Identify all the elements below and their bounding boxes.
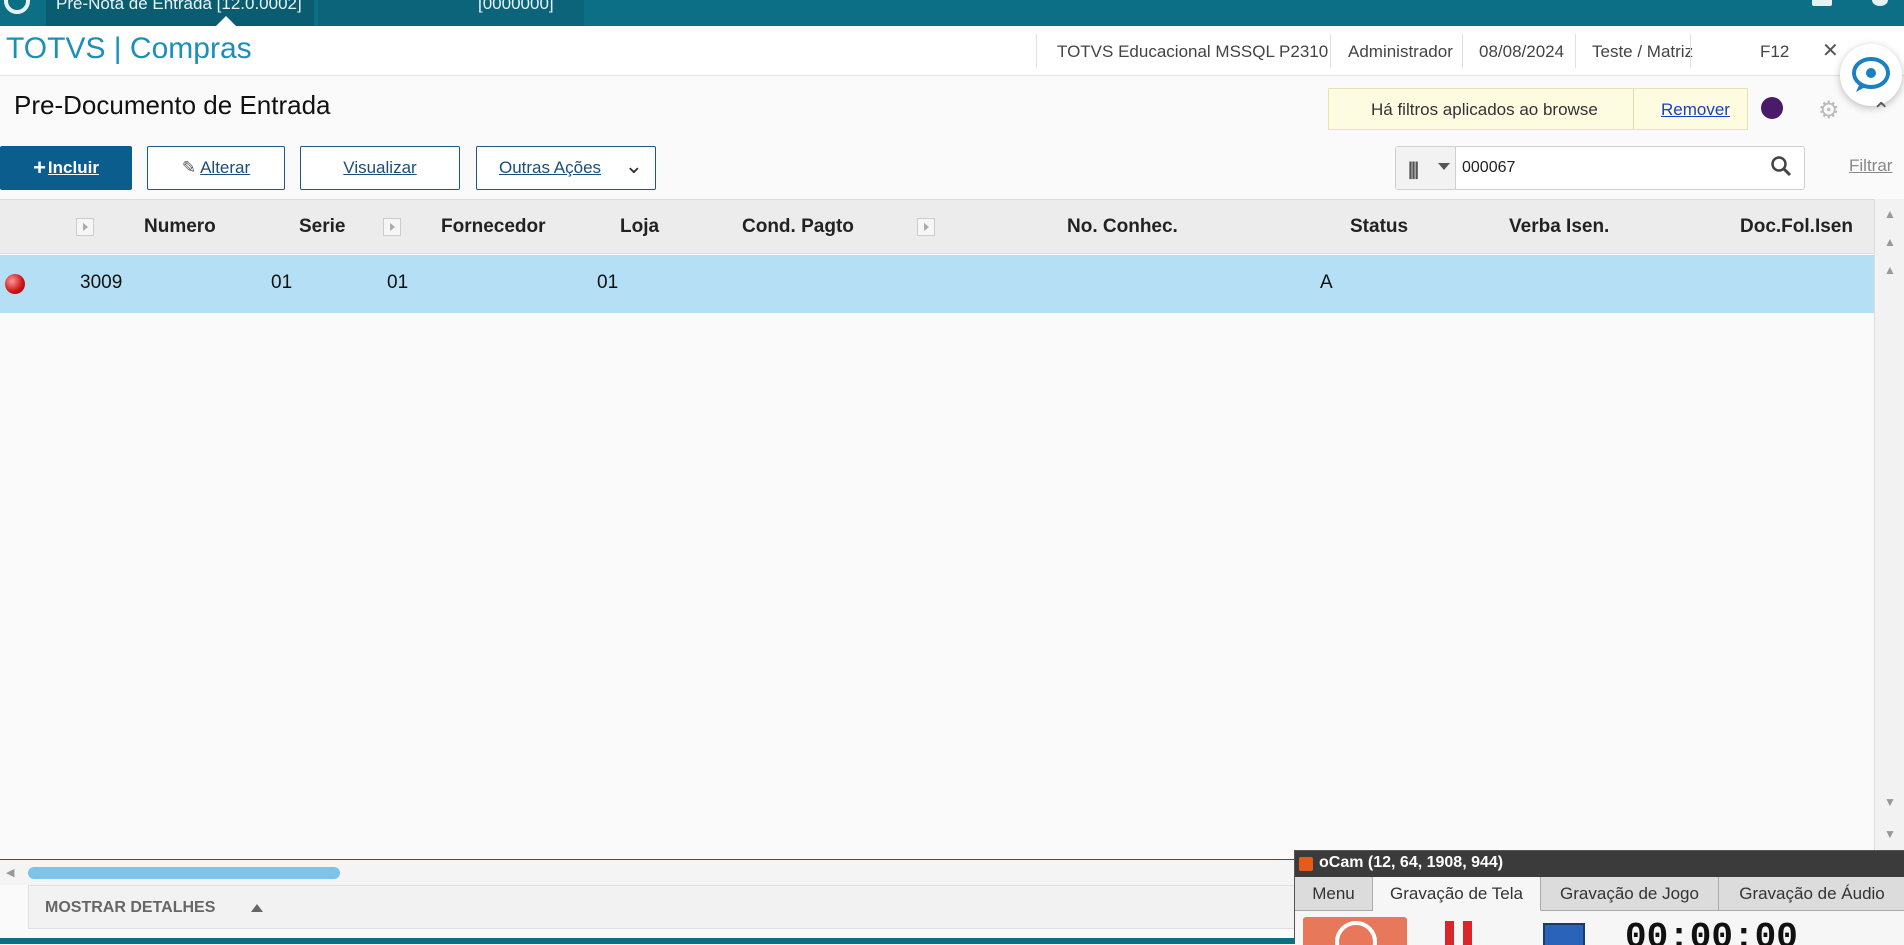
user-badge-icon[interactable] (1761, 97, 1783, 119)
scroll-top-icon[interactable]: ▲ (1884, 207, 1896, 221)
outras-acoes-button[interactable]: Outras Ações ⌄ (476, 146, 656, 190)
home-icon[interactable] (4, 0, 30, 14)
column-header-loja[interactable]: Loja (620, 216, 659, 238)
column-header-status[interactable]: Status (1350, 216, 1408, 238)
environment-label: TOTVS Educacional MSSQL P2310 (1057, 42, 1329, 61)
record-button[interactable] (1303, 917, 1407, 945)
scroll-down-icon[interactable]: ▼ (1884, 795, 1896, 809)
search-box: ||| (1395, 146, 1805, 190)
outras-acoes-label: Outras Ações (499, 158, 602, 177)
alterar-button[interactable]: ✎ Alterar (147, 146, 285, 190)
scroll-up-icon[interactable]: ▲ (1884, 263, 1896, 277)
chat-icon[interactable] (1840, 44, 1902, 106)
filtrar-link[interactable]: Filtrar (1849, 156, 1892, 176)
alterar-label: Alterar (200, 158, 251, 177)
divider (1690, 34, 1691, 68)
filter-banner: Há filtros aplicados ao browse Remover (1328, 88, 1748, 130)
column-selector-icon[interactable]: ||| (1396, 147, 1456, 189)
tab-label: Pre-Nota de Entrada [12.0.0002] (56, 0, 302, 13)
scroll-thumb[interactable] (28, 867, 340, 879)
top-tab-bar: Pre-Nota de Entrada [12.0.0002] [0000000… (0, 0, 1904, 26)
divider (1633, 89, 1634, 129)
tab-pre-nota[interactable]: Pre-Nota de Entrada [12.0.0002] (46, 0, 314, 26)
search-input[interactable] (1462, 147, 1762, 189)
ocam-logo-icon (1299, 857, 1313, 871)
collapse-icon[interactable]: ⌃ (1872, 98, 1890, 124)
chevron-down-icon: ⌄ (624, 153, 643, 178)
details-label: MOSTRAR DETALHES (45, 899, 216, 916)
remove-filter-link[interactable]: Remover (1661, 100, 1730, 120)
date-label[interactable]: 08/08/2024 (1479, 42, 1564, 62)
tab-label: [0000000] (478, 0, 554, 13)
pause-button[interactable] (1441, 921, 1477, 945)
column-header-verba-isen[interactable]: Verba Isen. (1509, 216, 1609, 238)
search-icon[interactable] (1770, 155, 1792, 177)
data-grid: Numero Serie Fornecedor Loja Cond. Pagto… (0, 199, 1874, 859)
page-title: Pre-Documento de Entrada (14, 90, 331, 120)
tab-secondary[interactable]: [0000000] (318, 0, 584, 26)
status-led-icon (5, 274, 25, 294)
cell-numero: 3009 (80, 272, 123, 293)
sort-icon[interactable] (917, 218, 935, 236)
vertical-scrollbar[interactable]: ▲ ▲ ▲ ▼ ▼ (1874, 199, 1904, 859)
visualizar-button[interactable]: Visualizar (300, 146, 460, 190)
help-icon[interactable] (1872, 0, 1888, 6)
ocam-tab-audio[interactable]: Gravação de Áudio (1719, 877, 1904, 911)
scroll-left-icon[interactable]: ◀ (6, 866, 14, 879)
ocam-window: oCam (12, 64, 1908, 944) Menu Gravação d… (1294, 850, 1904, 945)
cell-status: A (1320, 272, 1333, 293)
window-icon[interactable] (1812, 0, 1832, 6)
column-header-serie[interactable]: Serie (299, 216, 345, 238)
column-header-fornecedor[interactable]: Fornecedor (441, 216, 546, 238)
grid-header: Numero Serie Fornecedor Loja Cond. Pagto… (0, 199, 1874, 254)
column-header-no-conhec[interactable]: No. Conhec. (1067, 216, 1178, 238)
cell-serie: 01 (271, 272, 293, 293)
divider (1330, 34, 1331, 68)
pencil-icon: ✎ (181, 158, 197, 177)
incluir-label: Incluir (47, 158, 99, 177)
stop-button[interactable] (1543, 923, 1585, 945)
app-title: TOTVS | Compras (6, 32, 252, 65)
user-label[interactable]: Administrador (1348, 42, 1453, 62)
ocam-title: oCam (12, 64, 1908, 944) (1295, 851, 1904, 877)
ocam-controls: 00:00:00 (1295, 911, 1904, 945)
shortcut-f12[interactable]: F12 (1760, 42, 1789, 62)
divider (1462, 34, 1463, 68)
sort-icon[interactable] (383, 218, 401, 236)
column-header-numero[interactable]: Numero (144, 216, 216, 238)
ocam-tab-screen[interactable]: Gravação de Tela (1373, 877, 1541, 911)
ocam-tab-game[interactable]: Gravação de Jogo (1541, 877, 1719, 911)
app-header: TOTVS | Compras TOTVS Educacional MSSQL … (0, 26, 1904, 76)
cell-loja: 01 (597, 272, 619, 293)
cell-fornecedor: 01 (387, 272, 409, 293)
gear-icon[interactable]: ⚙ (1818, 96, 1840, 125)
filter-notice: Há filtros aplicados ao browse (1371, 100, 1598, 119)
company-label[interactable]: Teste / Matriz (1592, 42, 1693, 62)
close-icon[interactable]: ✕ (1822, 38, 1839, 63)
divider (1036, 34, 1037, 68)
recording-timer: 00:00:00 (1625, 917, 1798, 945)
divider (1575, 34, 1576, 68)
plus-icon: + (33, 155, 46, 180)
active-tab-indicator (216, 16, 236, 26)
dropdown-caret-icon (1438, 163, 1450, 170)
visualizar-label: Visualizar (343, 158, 417, 177)
ocam-tab-menu[interactable]: Menu (1295, 877, 1373, 911)
column-header-doc-fol-isen[interactable]: Doc.Fol.Isen (1740, 216, 1853, 238)
expand-up-icon (251, 904, 263, 912)
scroll-bottom-icon[interactable]: ▼ (1884, 827, 1896, 841)
incluir-button[interactable]: + Incluir (0, 146, 132, 190)
table-row[interactable]: 3009 01 01 01 A (0, 255, 1874, 313)
scroll-page-up-icon[interactable]: ▲ (1884, 235, 1896, 249)
column-header-cond-pagto[interactable]: Cond. Pagto (742, 216, 854, 238)
details-toggle[interactable]: MOSTRAR DETALHES (28, 885, 1408, 929)
columns-icon: ||| (1408, 159, 1419, 179)
sort-icon[interactable] (76, 218, 94, 236)
ocam-tabbar: Menu Gravação de Tela Gravação de Jogo G… (1295, 877, 1904, 911)
